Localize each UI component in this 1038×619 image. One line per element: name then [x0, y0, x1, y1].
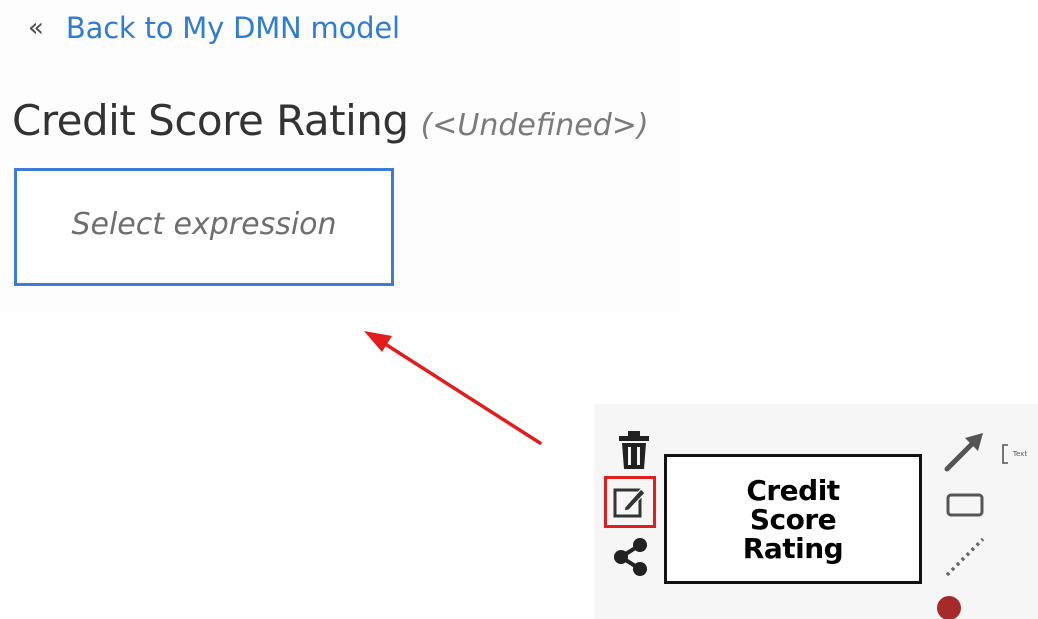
- delete-tool[interactable]: [614, 428, 654, 472]
- double-chevron-left-icon: «: [28, 13, 44, 43]
- dmn-diagram-canvas: Credit Score Rating Text: [594, 404, 1038, 619]
- end-state-tool[interactable]: [934, 594, 964, 619]
- screenshot-stage: « Back to My DMN model Credit Score Rati…: [0, 0, 1038, 619]
- create-connector-tool[interactable]: [942, 428, 988, 474]
- edit-tool[interactable]: [604, 476, 656, 528]
- text-annotation-icon: [1002, 444, 1008, 464]
- select-expression-cell[interactable]: Select expression: [14, 168, 394, 286]
- rectangle-icon: [946, 493, 984, 517]
- create-association-tool[interactable]: [942, 534, 988, 580]
- decision-node[interactable]: Credit Score Rating: [664, 454, 922, 584]
- back-link-label: Back to My DMN model: [65, 11, 400, 45]
- share-tool[interactable]: [610, 534, 652, 580]
- select-expression-placeholder: Select expression: [71, 206, 337, 242]
- decision-header: Credit Score Rating (<Undefined>): [12, 96, 649, 145]
- create-node-tool[interactable]: [942, 488, 988, 522]
- connector-arrow-icon: [944, 433, 983, 472]
- decision-name[interactable]: Credit Score Rating: [12, 96, 409, 145]
- dotted-connector-icon: [945, 537, 985, 577]
- decision-node-label: Credit Score Rating: [742, 473, 844, 565]
- text-annotation-label: Text: [1012, 450, 1028, 458]
- share-icon: [614, 538, 647, 576]
- boxed-expression-editor: « Back to My DMN model Credit Score Rati…: [0, 0, 682, 312]
- back-to-model-link[interactable]: « Back to My DMN model: [28, 10, 400, 46]
- end-dot-icon: [937, 596, 961, 619]
- decision-data-type[interactable]: (<Undefined>): [421, 108, 649, 143]
- create-text-annotation-tool[interactable]: Text: [994, 442, 1034, 466]
- trash-icon: [619, 431, 649, 469]
- edit-icon: [613, 488, 646, 518]
